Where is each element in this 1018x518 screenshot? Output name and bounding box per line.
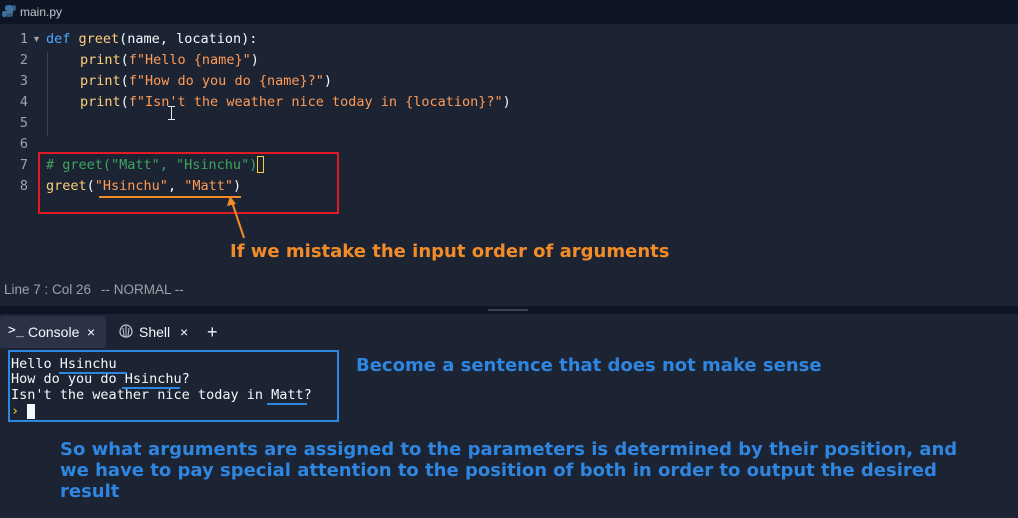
line-number: 7 bbox=[19, 157, 28, 173]
tab-console-label: Console bbox=[28, 324, 80, 340]
indent-guide bbox=[47, 52, 48, 136]
resize-handle[interactable] bbox=[488, 309, 528, 311]
fold-arrow-icon[interactable]: ▼ bbox=[32, 34, 41, 44]
tab-bar: >_ Console × Shell × + bbox=[0, 316, 1018, 348]
annotation-sentence: Become a sentence that does not make sen… bbox=[356, 355, 822, 376]
text-cursor-icon bbox=[171, 106, 172, 120]
line-number: 1 bbox=[19, 31, 28, 47]
text-cursor-icon-foot bbox=[168, 119, 175, 120]
annotation-mistake: If we mistake the input order of argumen… bbox=[230, 241, 670, 262]
argument-underline bbox=[99, 196, 241, 198]
line-number: 5 bbox=[19, 115, 28, 131]
title-bar: main.py bbox=[0, 0, 1018, 24]
python-file-icon bbox=[2, 5, 16, 17]
code-line-2: print(f"Hello {name}") bbox=[80, 52, 259, 68]
shell-icon bbox=[119, 324, 133, 338]
close-icon[interactable]: × bbox=[180, 324, 188, 346]
annotation-summary: So what arguments are assigned to the pa… bbox=[60, 439, 958, 502]
text-cursor-icon-cap bbox=[168, 106, 175, 107]
add-tab-icon[interactable]: + bbox=[207, 322, 218, 344]
code-line-4: print(f"Isn't the weather nice today in … bbox=[80, 94, 511, 110]
console-icon: >_ bbox=[8, 323, 24, 338]
code-line-1: def greet(name, location): bbox=[46, 31, 258, 47]
highlight-box-red bbox=[38, 152, 339, 214]
line-number: 3 bbox=[19, 73, 28, 89]
tab-shell[interactable]: Shell bbox=[139, 324, 170, 346]
close-icon[interactable]: × bbox=[87, 324, 95, 346]
line-number: 2 bbox=[19, 52, 28, 68]
file-tab-label[interactable]: main.py bbox=[20, 5, 62, 19]
line-number: 4 bbox=[19, 94, 28, 110]
code-editor[interactable]: 1 2 3 4 5 6 7 8 ▼ def greet(name, locati… bbox=[0, 24, 1018, 274]
status-bar: Line 7 : Col 26 -- NORMAL -- bbox=[0, 278, 1018, 302]
line-number: 8 bbox=[19, 178, 28, 194]
console-output[interactable]: Hello Hsinchu How do you do Hsinchu? Isn… bbox=[0, 348, 1018, 518]
highlight-box-blue bbox=[8, 350, 339, 422]
vim-mode: -- NORMAL -- bbox=[101, 282, 184, 297]
code-line-3: print(f"How do you do {name}?") bbox=[80, 73, 332, 89]
line-number: 6 bbox=[19, 136, 28, 152]
arrow-icon bbox=[227, 196, 245, 239]
cursor-position: Line 7 : Col 26 bbox=[4, 282, 92, 297]
